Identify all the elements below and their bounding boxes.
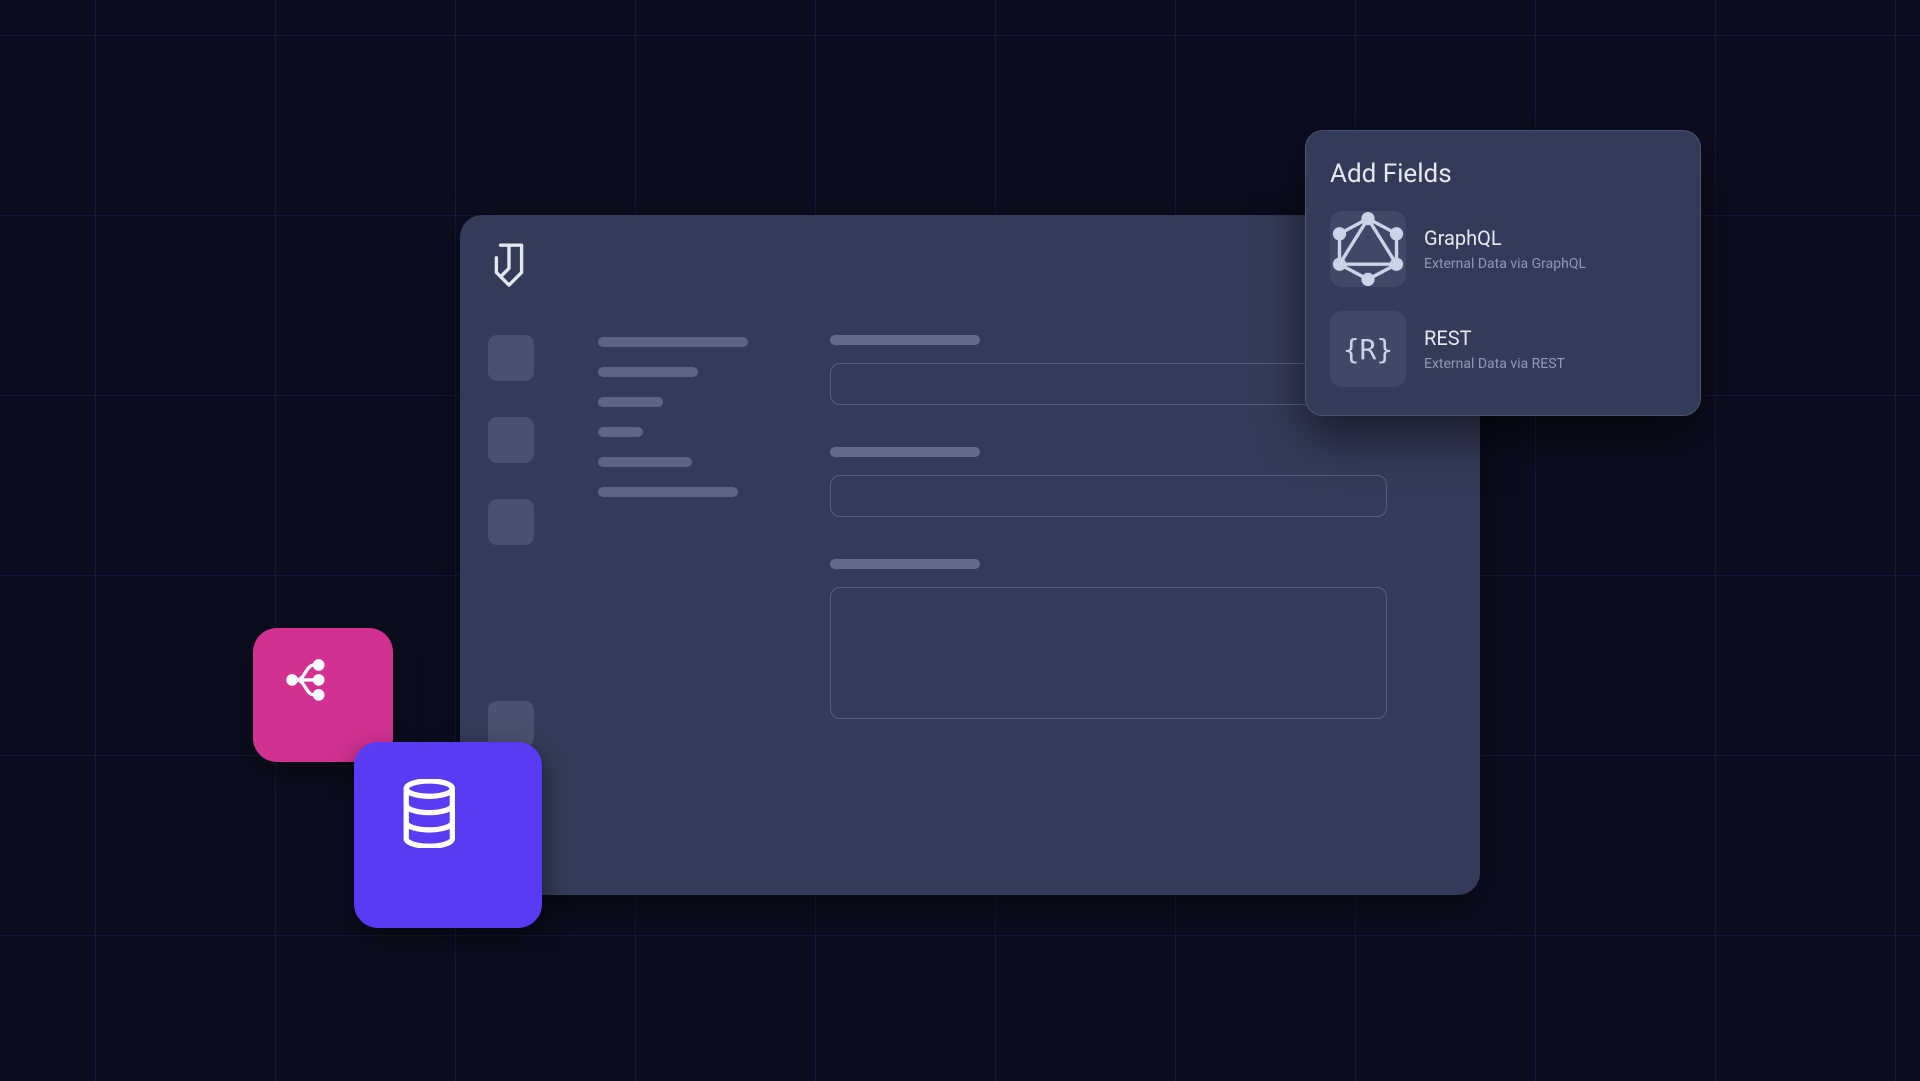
secondary-sidebar (598, 337, 748, 497)
option-title: REST (1424, 326, 1565, 350)
primary-sidebar (488, 335, 534, 747)
rest-glyph: {R} (1343, 333, 1394, 366)
textarea-input[interactable] (830, 587, 1387, 719)
placeholder-bar (598, 367, 698, 377)
add-fields-popover: Add Fields GraphQL External Data via Gra… (1305, 130, 1701, 416)
placeholder-bar (598, 427, 643, 437)
placeholder-bar (598, 337, 748, 347)
sidebar-item[interactable] (488, 417, 534, 463)
form-field (830, 447, 1448, 517)
network-icon (281, 655, 365, 735)
form-field (830, 559, 1448, 719)
placeholder-bar (598, 397, 663, 407)
placeholder-bar (830, 447, 980, 457)
option-graphql[interactable]: GraphQL External Data via GraphQL (1330, 211, 1676, 311)
sidebar-item[interactable] (488, 701, 534, 747)
placeholder-bar (598, 457, 692, 467)
graphql-icon (1330, 211, 1406, 287)
integration-chip-database (354, 742, 542, 928)
app-logo-icon (488, 241, 530, 289)
option-subtitle: External Data via GraphQL (1424, 256, 1586, 272)
sidebar-item[interactable] (488, 335, 534, 381)
sidebar-item[interactable] (488, 499, 534, 545)
option-title: GraphQL (1424, 226, 1586, 250)
option-subtitle: External Data via REST (1424, 356, 1565, 372)
placeholder-bar (830, 559, 980, 569)
placeholder-bar (598, 487, 738, 497)
popover-title: Add Fields (1330, 159, 1676, 189)
rest-icon: {R} (1330, 311, 1406, 387)
database-icon (399, 779, 497, 891)
text-input[interactable] (830, 363, 1387, 405)
text-input[interactable] (830, 475, 1387, 517)
placeholder-bar (830, 335, 980, 345)
option-rest[interactable]: {R} REST External Data via REST (1330, 311, 1676, 391)
